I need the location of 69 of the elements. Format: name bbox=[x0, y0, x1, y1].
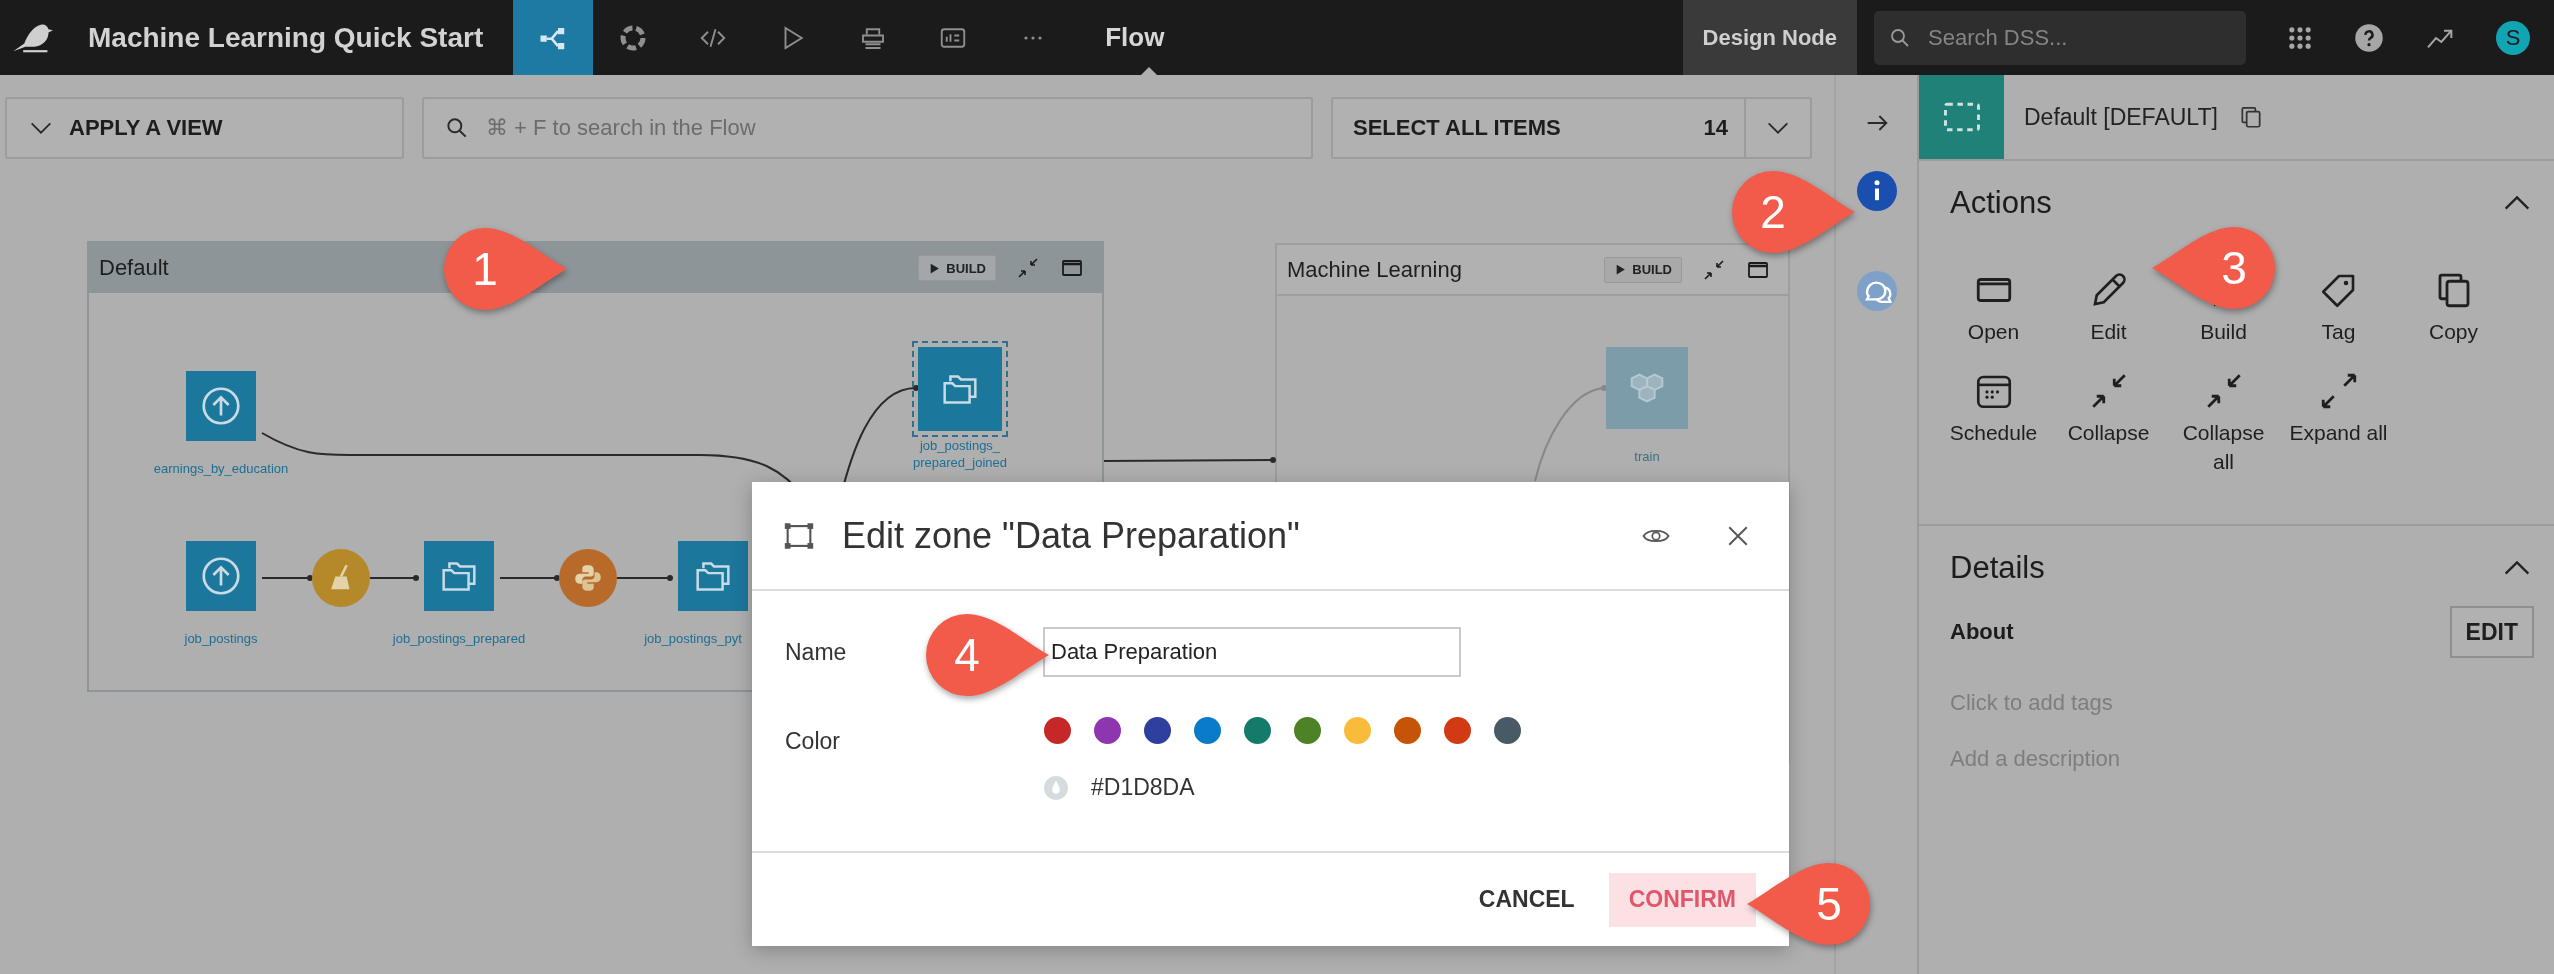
color-swatch[interactable] bbox=[1094, 717, 1121, 744]
section-title: Flow bbox=[1105, 22, 1165, 53]
node-label: Design Node bbox=[1682, 0, 1857, 75]
action-button[interactable]: Tag bbox=[2281, 269, 2396, 346]
action-button[interactable]: Collapse bbox=[2051, 370, 2166, 476]
callout-tooltip: 5 bbox=[1745, 862, 1871, 946]
build-button[interactable]: BUILD bbox=[918, 255, 996, 281]
chat-button[interactable] bbox=[1856, 271, 1897, 311]
collapse-icon[interactable] bbox=[1702, 257, 1726, 282]
node-label: job_postings_prepared bbox=[392, 630, 526, 648]
project-title: Machine Learning Quick Start bbox=[88, 21, 484, 54]
color-code: #D1D8DA bbox=[1091, 774, 1195, 801]
color-swatch[interactable] bbox=[1044, 717, 1071, 744]
help-icon[interactable] bbox=[2354, 22, 2384, 53]
connection-line bbox=[369, 575, 419, 581]
play-icon bbox=[1614, 263, 1628, 276]
search-input[interactable]: Search DSS... bbox=[1926, 23, 2232, 52]
select-all-button[interactable]: SELECT ALL ITEMS 14 bbox=[1333, 99, 1744, 157]
info-button[interactable] bbox=[1856, 171, 1897, 211]
build-button[interactable]: BUILD bbox=[1604, 256, 1682, 283]
color-swatch[interactable] bbox=[1294, 717, 1321, 744]
nav-tab[interactable] bbox=[513, 0, 594, 75]
button-label: SELECT ALL ITEMS bbox=[1353, 115, 1562, 141]
cancel-button[interactable]: CANCEL bbox=[1466, 872, 1587, 927]
search-field[interactable]: Search DSS... bbox=[1874, 10, 2246, 65]
callout-tooltip: 4 bbox=[925, 613, 1051, 697]
zone-title: Machine Learning bbox=[1287, 256, 1462, 283]
connection-line bbox=[499, 575, 560, 581]
field-label: Name bbox=[785, 638, 847, 667]
info-icon bbox=[1856, 171, 1897, 211]
callout-tooltip: 1 bbox=[443, 227, 569, 311]
node-label: earnings_by_education bbox=[153, 460, 289, 478]
item-count: 14 bbox=[1703, 115, 1728, 141]
color-swatch[interactable] bbox=[1344, 717, 1371, 744]
color-swatch[interactable] bbox=[1444, 717, 1471, 744]
chat-icon bbox=[1856, 271, 1897, 311]
section-heading: Details bbox=[1950, 550, 2045, 586]
node-label: train bbox=[1634, 448, 1660, 466]
node-label: job_postings bbox=[184, 630, 258, 648]
connection-line bbox=[616, 575, 673, 581]
callout-tooltip: 3 bbox=[2150, 226, 2276, 310]
color-swatch[interactable] bbox=[1494, 717, 1521, 744]
action-button[interactable]: Collapse all bbox=[2166, 370, 2281, 476]
color-swatch[interactable] bbox=[1394, 717, 1421, 744]
color-swatch[interactable] bbox=[1194, 717, 1221, 744]
action-button[interactable]: Copy bbox=[2396, 269, 2511, 346]
zone-name: Default [DEFAULT] bbox=[2024, 103, 2218, 131]
user-avatar[interactable]: S bbox=[2496, 20, 2530, 55]
color-swatch[interactable] bbox=[1244, 717, 1271, 744]
about-label: About bbox=[1950, 619, 2014, 645]
action-button[interactable]: Schedule bbox=[1936, 370, 2051, 476]
field-label: Color bbox=[785, 727, 840, 756]
action-button[interactable]: Open bbox=[1936, 269, 2051, 346]
apply-view-button[interactable]: APPLY A VIEW bbox=[5, 97, 404, 159]
section-heading: Actions bbox=[1950, 185, 2052, 221]
action-button[interactable]: Expand all bbox=[2281, 370, 2396, 476]
play-icon bbox=[928, 261, 942, 275]
search-input[interactable]: ⌘ + F to search in the Flow bbox=[484, 114, 1291, 142]
node-label: job_postings_pyt bbox=[644, 630, 742, 648]
zone-title: Default bbox=[99, 255, 169, 281]
name-field[interactable]: Data Preparation bbox=[1043, 627, 1461, 677]
connection-line bbox=[261, 575, 313, 581]
node-label: job_postings_prepared_joined bbox=[912, 437, 1008, 471]
edit-button[interactable]: EDIT bbox=[2449, 606, 2534, 658]
color-swatch[interactable] bbox=[1144, 717, 1171, 744]
search-field[interactable]: ⌘ + F to search in the Flow bbox=[422, 97, 1313, 159]
collapse-icon[interactable] bbox=[1016, 256, 1040, 280]
tab-pointer bbox=[1141, 67, 1157, 75]
callout-tooltip: 2 bbox=[1731, 170, 1857, 254]
